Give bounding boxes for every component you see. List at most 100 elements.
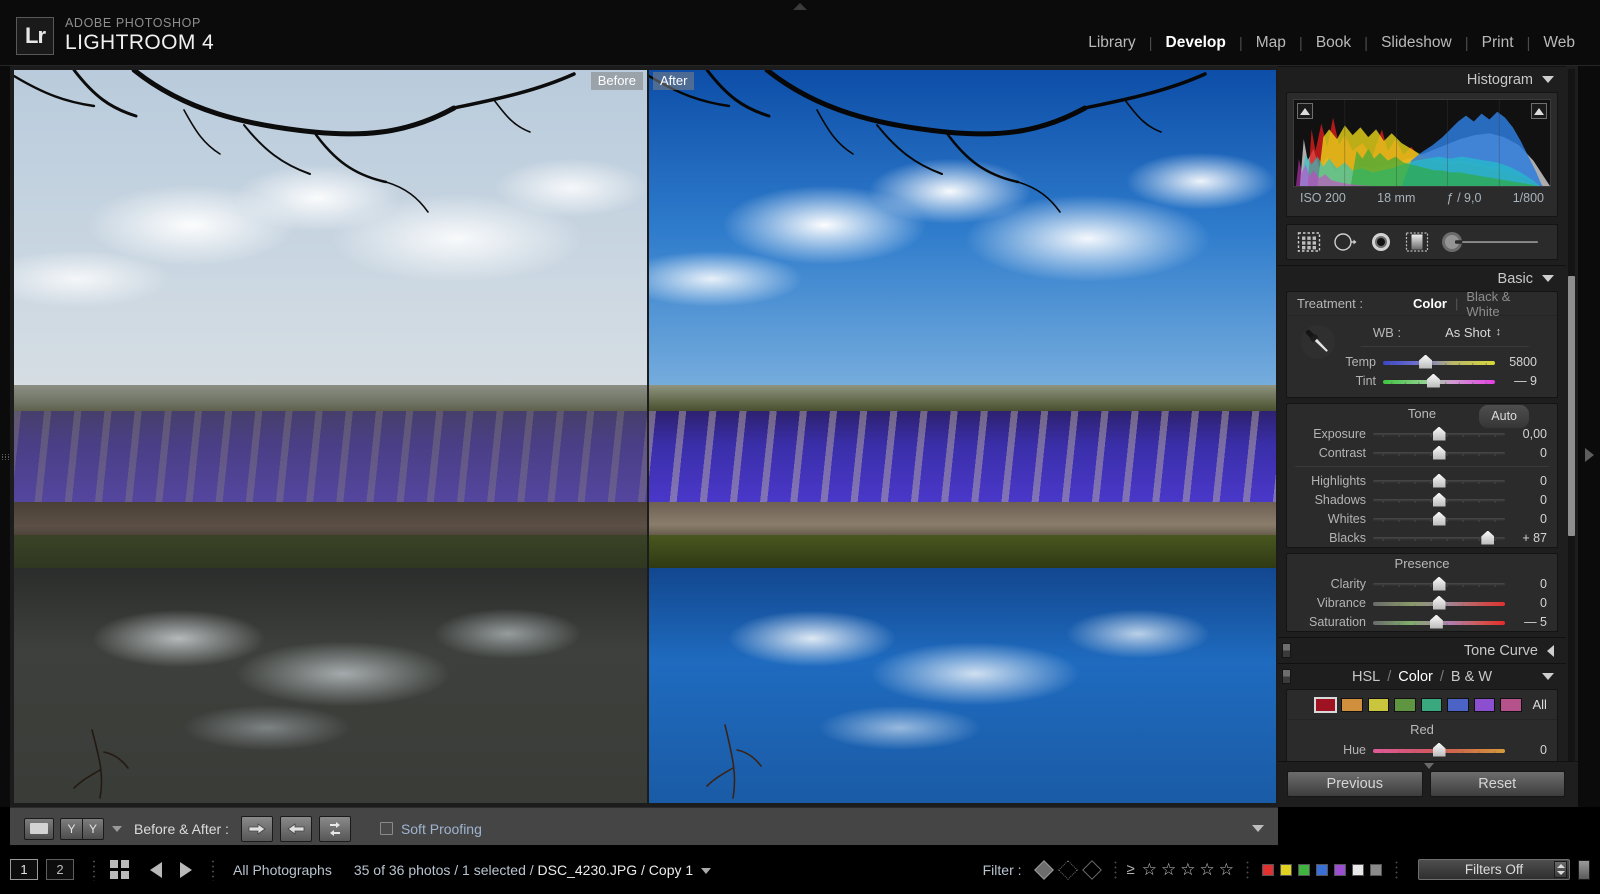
wb-preset-value[interactable]: As Shot: [1445, 325, 1491, 340]
previous-button[interactable]: Previous: [1287, 771, 1423, 797]
screen-1-button[interactable]: 1: [10, 859, 38, 880]
photo-info-caret-icon[interactable]: [701, 867, 712, 874]
chevron-down-icon[interactable]: [1542, 673, 1554, 680]
top-panel-toggle-arrow[interactable]: [793, 3, 807, 10]
graduated-filter-icon[interactable]: [1405, 231, 1429, 253]
hsl-swatch-all[interactable]: All: [1533, 697, 1547, 712]
whites-slider-row[interactable]: Whites 0: [1287, 509, 1557, 528]
color-label-purple[interactable]: [1334, 863, 1346, 876]
module-book[interactable]: Book: [1303, 34, 1364, 52]
module-slideshow[interactable]: Slideshow: [1368, 34, 1465, 52]
color-label-white[interactable]: [1352, 863, 1364, 876]
copy-after-to-before-button[interactable]: [279, 815, 312, 842]
highlight-clipping-indicator[interactable]: [1531, 103, 1547, 119]
module-map[interactable]: Map: [1243, 34, 1299, 52]
histogram-panel-header[interactable]: Histogram: [1278, 66, 1566, 92]
hsl-swatch-yellow[interactable]: [1367, 697, 1390, 712]
filmstrip-toggle-button[interactable]: [1578, 859, 1590, 880]
right-panel-scrollbar-thumb[interactable]: [1568, 276, 1575, 536]
clarity-slider-row[interactable]: Clarity 0: [1287, 574, 1557, 593]
photo-info[interactable]: 35 of 36 photos / 1 selected / DSC_4230.…: [354, 862, 712, 878]
chevron-down-icon[interactable]: [1542, 275, 1554, 282]
next-photo-arrow-icon[interactable]: [180, 861, 192, 878]
clarity-value[interactable]: 0: [1505, 577, 1553, 591]
flag-rejected-icon[interactable]: [1081, 859, 1102, 880]
highlights-track[interactable]: [1373, 473, 1505, 488]
tint-value[interactable]: — 9: [1495, 374, 1543, 388]
contrast-value[interactable]: 0: [1505, 446, 1553, 460]
hsl-tab-hsl[interactable]: HSL: [1345, 669, 1387, 685]
source-label[interactable]: All Photographs: [233, 862, 332, 878]
rating-star-5[interactable]: ☆: [1219, 860, 1234, 880]
tint-track[interactable]: [1383, 373, 1495, 388]
contrast-slider-row[interactable]: Contrast 0: [1287, 443, 1557, 462]
blacks-slider-row[interactable]: Blacks + 87: [1287, 528, 1557, 547]
treatment-color-option[interactable]: Color: [1405, 296, 1455, 311]
hsl-hue-value[interactable]: 0: [1505, 743, 1553, 757]
filter-preset-select[interactable]: Filters Off: [1418, 859, 1570, 880]
shadow-clipping-indicator[interactable]: [1297, 103, 1313, 119]
soft-proofing-checkbox[interactable]: [379, 822, 393, 835]
rating-star-4[interactable]: ☆: [1200, 860, 1215, 880]
chevron-left-icon[interactable]: [1547, 644, 1554, 657]
hsl-swatch-aqua[interactable]: [1420, 697, 1443, 712]
rating-star-1[interactable]: ☆: [1142, 860, 1157, 880]
hsl-swatch-magenta[interactable]: [1500, 697, 1522, 712]
vibrance-value[interactable]: 0: [1505, 596, 1553, 610]
temp-track[interactable]: [1383, 354, 1495, 369]
copy-before-to-after-button[interactable]: [240, 815, 273, 842]
left-panel-handle-icon[interactable]: [1, 446, 9, 468]
hsl-hue-slider-row[interactable]: Hue 0: [1287, 740, 1557, 759]
rating-operator[interactable]: ≥: [1127, 861, 1135, 878]
exposure-value[interactable]: 0,00: [1505, 427, 1553, 441]
left-panel-collapsed[interactable]: [0, 66, 10, 807]
white-balance-selector-icon[interactable]: [1297, 322, 1339, 364]
filter-preset-stepper-icon[interactable]: [1554, 861, 1567, 878]
panel-collapse-caret-icon[interactable]: [1424, 763, 1434, 769]
before-after-dropdown-icon[interactable]: [112, 825, 122, 832]
shadows-track[interactable]: [1373, 492, 1505, 507]
auto-tone-button[interactable]: Auto: [1479, 405, 1529, 428]
color-label-red[interactable]: [1262, 863, 1274, 876]
saturation-value[interactable]: — 5: [1505, 615, 1553, 629]
flag-picked-icon[interactable]: [1033, 859, 1054, 880]
blacks-value[interactable]: + 87: [1505, 531, 1553, 545]
tone-curve-enable-switch[interactable]: [1282, 643, 1291, 658]
rating-star-3[interactable]: ☆: [1180, 860, 1195, 880]
saturation-track[interactable]: [1373, 614, 1505, 629]
highlights-slider-row[interactable]: Highlights 0: [1287, 471, 1557, 490]
right-panel-toggle-arrow-icon[interactable]: [1585, 448, 1594, 462]
hsl-swatch-orange[interactable]: [1341, 697, 1363, 712]
right-edge-strip[interactable]: [1578, 66, 1600, 807]
color-label-none[interactable]: [1370, 863, 1382, 876]
before-after-right-button[interactable]: Y: [82, 817, 104, 840]
shadows-value[interactable]: 0: [1505, 493, 1553, 507]
whites-value[interactable]: 0: [1505, 512, 1553, 526]
color-label-blue[interactable]: [1316, 863, 1328, 876]
adjustment-brush-icon[interactable]: [1441, 231, 1541, 253]
exposure-track[interactable]: [1373, 426, 1505, 441]
hsl-tab-color[interactable]: Color: [1391, 669, 1440, 685]
treatment-bw-option[interactable]: Black & White: [1458, 289, 1547, 319]
basic-panel-header[interactable]: Basic: [1278, 265, 1566, 291]
module-print[interactable]: Print: [1469, 34, 1527, 52]
highlights-value[interactable]: 0: [1505, 474, 1553, 488]
whites-track[interactable]: [1373, 511, 1505, 526]
temp-value[interactable]: 5800: [1495, 355, 1543, 369]
wb-stepper-icon[interactable]: ↕: [1496, 326, 1502, 338]
module-develop[interactable]: Develop: [1153, 34, 1239, 52]
loupe-view-button[interactable]: [24, 817, 54, 840]
shadows-slider-row[interactable]: Shadows 0: [1287, 490, 1557, 509]
rating-star-2[interactable]: ☆: [1161, 860, 1176, 880]
module-web[interactable]: Web: [1530, 34, 1588, 52]
hsl-swatch-blue[interactable]: [1447, 697, 1469, 712]
histogram-graph[interactable]: [1293, 99, 1551, 187]
chevron-down-icon[interactable]: [1542, 76, 1554, 83]
crop-overlay-icon[interactable]: [1297, 231, 1321, 253]
spot-removal-icon[interactable]: [1333, 231, 1357, 253]
before-image-pane[interactable]: Before: [14, 70, 647, 803]
screen-2-button[interactable]: 2: [46, 859, 74, 880]
toolbar-options-caret-icon[interactable]: [1252, 825, 1264, 832]
hsl-enable-switch[interactable]: [1282, 669, 1291, 684]
hsl-swatch-purple[interactable]: [1473, 697, 1496, 712]
